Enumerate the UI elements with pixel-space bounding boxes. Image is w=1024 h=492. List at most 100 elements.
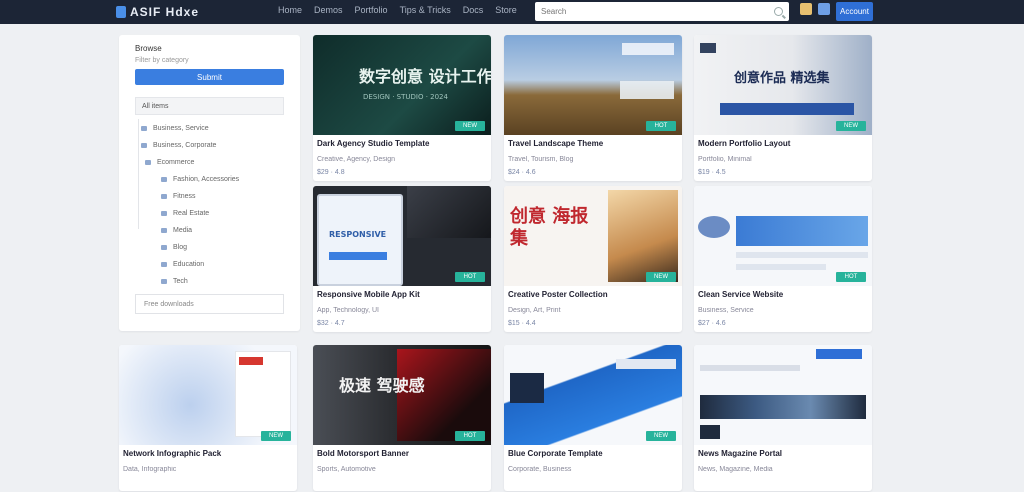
card-tag: HOT bbox=[455, 272, 485, 282]
card-price: $24 · 4.6 bbox=[508, 169, 536, 176]
category-sidebar: Browse Filter by category Submit All ite… bbox=[119, 35, 300, 331]
card-title: Bold Motorsport Banner bbox=[317, 449, 409, 458]
tree-item-label: Fashion, Accessories bbox=[173, 176, 240, 183]
card-price: $19 · 4.5 bbox=[698, 169, 726, 176]
folder-icon bbox=[161, 211, 167, 216]
template-card[interactable]: RESPONSIVE HOT Responsive Mobile App Kit… bbox=[313, 186, 491, 332]
tree-item-label: Media bbox=[173, 227, 193, 234]
tree-item-label: Ecommerce bbox=[157, 159, 195, 166]
card-tag: NEW bbox=[646, 272, 676, 282]
account-button[interactable]: Account bbox=[836, 2, 873, 21]
tree-item[interactable]: Business, Corporate bbox=[141, 142, 216, 149]
tree-line bbox=[138, 119, 139, 229]
thumbnail-text-block bbox=[616, 359, 676, 369]
card-thumbnail bbox=[119, 345, 297, 445]
card-tag: NEW bbox=[261, 431, 291, 441]
card-thumbnail bbox=[694, 186, 872, 286]
template-card[interactable]: NEW Blue Corporate Template Corporate, B… bbox=[504, 345, 682, 491]
sidebar-footer-link[interactable]: Free downloads bbox=[135, 294, 284, 314]
card-meta: Travel, Tourism, Blog bbox=[508, 156, 574, 163]
card-tag: NEW bbox=[455, 121, 485, 131]
sidebar-folder[interactable]: All items bbox=[135, 97, 284, 115]
thumbnail-row bbox=[736, 252, 868, 258]
thumbnail-text-block bbox=[620, 81, 674, 99]
thumbnail-device: RESPONSIVE bbox=[317, 194, 403, 286]
folder-icon bbox=[161, 279, 167, 284]
logo-text: ASIF Hdxe bbox=[130, 5, 200, 19]
user-icon[interactable] bbox=[818, 3, 830, 15]
card-meta: Sports, Automotive bbox=[317, 466, 376, 473]
template-card[interactable]: 创意作品 精选集 NEW Modern Portfolio Layout Por… bbox=[694, 35, 872, 181]
tree-item[interactable]: Media bbox=[161, 227, 192, 234]
template-card[interactable]: NEW Network Infographic Pack Data, Infog… bbox=[119, 345, 297, 491]
sidebar-primary-button[interactable]: Submit bbox=[135, 69, 284, 85]
thumbnail-logo-block bbox=[698, 216, 730, 238]
template-card[interactable]: News Magazine Portal News, Magazine, Med… bbox=[694, 345, 872, 491]
thumbnail-headline: 创意作品 精选集 bbox=[734, 71, 830, 86]
card-title: Responsive Mobile App Kit bbox=[317, 290, 420, 299]
nav-item-store[interactable]: Store bbox=[495, 5, 517, 15]
notification-icon[interactable] bbox=[800, 3, 812, 15]
nav-item-docs[interactable]: Docs bbox=[463, 5, 484, 15]
card-tag: HOT bbox=[836, 272, 866, 282]
card-tag: NEW bbox=[646, 431, 676, 441]
template-card[interactable]: HOT Travel Landscape Theme Travel, Touri… bbox=[504, 35, 682, 181]
thumbnail-headline: 数字创意 设计工作室 bbox=[359, 67, 491, 86]
thumbnail-photo bbox=[407, 186, 491, 238]
thumbnail-logo-block bbox=[700, 43, 716, 53]
thumbnail-badge bbox=[816, 349, 862, 359]
top-header: ASIF Hdxe Home Demos Portfolio Tips & Tr… bbox=[0, 0, 1024, 24]
thumbnail-banner bbox=[736, 216, 868, 246]
card-price: $29 · 4.8 bbox=[317, 169, 345, 176]
nav-item-demos[interactable]: Demos bbox=[314, 5, 343, 15]
card-thumbnail bbox=[504, 345, 682, 445]
tree-item[interactable]: Fitness bbox=[161, 193, 196, 200]
tree-item-label: Tech bbox=[173, 278, 188, 285]
tree-item[interactable]: Fashion, Accessories bbox=[161, 176, 239, 183]
folder-icon bbox=[141, 126, 147, 131]
tree-item-label: Business, Service bbox=[153, 125, 209, 132]
card-thumbnail bbox=[694, 345, 872, 445]
tree-item[interactable]: Tech bbox=[161, 278, 188, 285]
card-title: Travel Landscape Theme bbox=[508, 139, 604, 148]
search-input[interactable] bbox=[541, 7, 774, 16]
nav-item-tips[interactable]: Tips & Tricks bbox=[400, 5, 451, 15]
card-thumbnail: 创意作品 精选集 bbox=[694, 35, 872, 135]
thumbnail-screen-button bbox=[329, 252, 387, 260]
logo-icon bbox=[116, 6, 126, 18]
tree-item[interactable]: Business, Service bbox=[141, 125, 209, 132]
thumbnail-photo-strip bbox=[700, 395, 866, 419]
logo[interactable]: ASIF Hdxe bbox=[116, 3, 199, 21]
card-tag: NEW bbox=[836, 121, 866, 131]
template-card[interactable]: 极速 驾驶感 HOT Bold Motorsport Banner Sports… bbox=[313, 345, 491, 491]
card-tag: HOT bbox=[646, 121, 676, 131]
card-meta: Creative, Agency, Design bbox=[317, 156, 396, 163]
tree-item[interactable]: Real Estate bbox=[161, 210, 209, 217]
tree-item[interactable]: Blog bbox=[161, 244, 187, 251]
card-meta: Design, Art, Print bbox=[508, 307, 561, 314]
tree-item-label: Business, Corporate bbox=[153, 142, 217, 149]
tree-item[interactable]: Education bbox=[161, 261, 204, 268]
sidebar-title: Browse bbox=[135, 44, 162, 53]
thumbnail-subline: DESIGN · STUDIO · 2024 bbox=[363, 93, 448, 101]
folder-icon bbox=[141, 143, 147, 148]
card-meta: Business, Service bbox=[698, 307, 754, 314]
folder-icon bbox=[161, 228, 167, 233]
template-card[interactable]: 创意 海报集 NEW Creative Poster Collection De… bbox=[504, 186, 682, 332]
nav-item-portfolio[interactable]: Portfolio bbox=[355, 5, 388, 15]
card-tag: HOT bbox=[455, 431, 485, 441]
template-card[interactable]: 数字创意 设计工作室 DESIGN · STUDIO · 2024 NEW Da… bbox=[313, 35, 491, 181]
card-thumbnail: 数字创意 设计工作室 DESIGN · STUDIO · 2024 bbox=[313, 35, 491, 135]
search-icon[interactable] bbox=[774, 7, 783, 16]
card-thumbnail: RESPONSIVE bbox=[313, 186, 491, 286]
main-nav: Home Demos Portfolio Tips & Tricks Docs … bbox=[278, 5, 517, 15]
sidebar-subtitle: Filter by category bbox=[135, 57, 189, 64]
card-title: Modern Portfolio Layout bbox=[698, 139, 791, 148]
card-meta: App, Technology, UI bbox=[317, 307, 380, 314]
template-card[interactable]: HOT Clean Service Website Business, Serv… bbox=[694, 186, 872, 332]
thumbnail-banner bbox=[720, 103, 854, 115]
nav-item-home[interactable]: Home bbox=[278, 5, 302, 15]
tree-item[interactable]: Ecommerce bbox=[145, 159, 194, 166]
card-thumbnail bbox=[504, 35, 682, 135]
folder-icon bbox=[161, 245, 167, 250]
